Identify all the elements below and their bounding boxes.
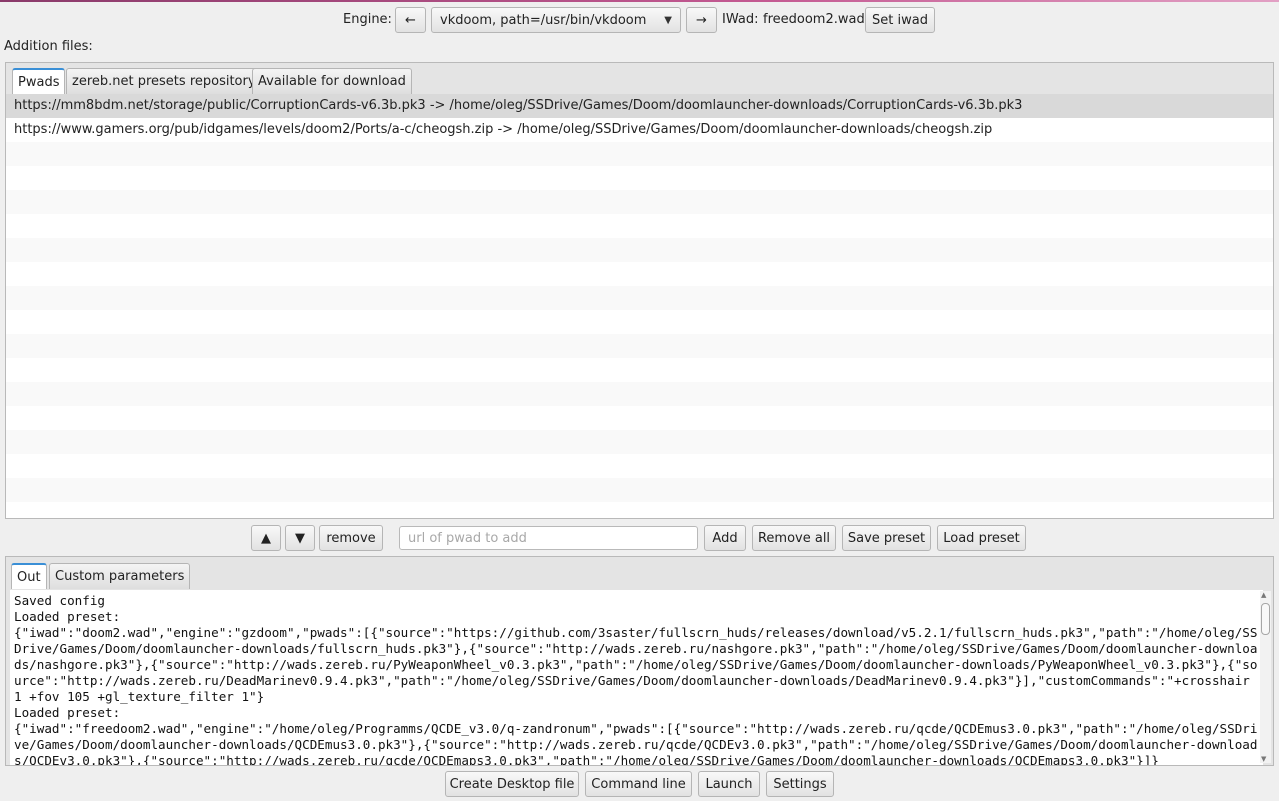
engine-select[interactable]: vkdoom, path=/usr/bin/vkdoom ▼: [431, 7, 681, 33]
addition-files-label: Addition files:: [4, 39, 93, 54]
move-up-button[interactable]: ▲: [251, 525, 281, 551]
set-iwad-button[interactable]: Set iwad: [865, 7, 935, 33]
scroll-up-icon[interactable]: ▲: [1261, 591, 1266, 599]
command-line-button[interactable]: Command line: [585, 771, 692, 797]
empty-row: [6, 142, 1273, 166]
tab-custom-parameters[interactable]: Custom parameters: [49, 563, 191, 589]
triangle-up-icon: ▲: [261, 530, 271, 546]
engine-label: Engine:: [343, 12, 392, 27]
iwad-label: IWad:: [722, 12, 759, 27]
empty-row: [6, 286, 1273, 310]
load-preset-button[interactable]: Load preset: [937, 525, 1026, 551]
prev-engine-button[interactable]: ←: [395, 7, 426, 33]
list-item[interactable]: https://mm8bdm.net/storage/public/Corrup…: [6, 94, 1273, 118]
next-engine-button[interactable]: →: [686, 7, 717, 33]
remove-all-button[interactable]: Remove all: [752, 525, 836, 551]
arrow-right-icon: →: [696, 12, 707, 28]
triangle-down-icon: ▼: [295, 530, 305, 546]
empty-row: [6, 190, 1273, 214]
move-down-button[interactable]: ▼: [285, 525, 315, 551]
tab-pwads[interactable]: Pwads: [12, 68, 66, 94]
empty-row: [6, 238, 1273, 262]
chevron-down-icon: ▼: [664, 14, 672, 26]
empty-row: [6, 406, 1273, 430]
empty-row: [6, 502, 1273, 518]
empty-row: [6, 214, 1273, 238]
output-log[interactable]: Saved config Loaded preset: {"iwad":"doo…: [10, 590, 1263, 765]
engine-select-value: vkdoom, path=/usr/bin/vkdoom: [440, 12, 647, 28]
launch-button[interactable]: Launch: [698, 771, 760, 797]
tab-available-download[interactable]: Available for download: [252, 68, 412, 94]
pwads-tab-pane: Pwads zereb.net presets repository Avail…: [5, 62, 1274, 519]
tab-out[interactable]: Out: [11, 563, 47, 589]
remove-button[interactable]: remove: [319, 525, 383, 551]
scrollbar-thumb[interactable]: [1261, 603, 1270, 635]
output-tab-pane: Out Custom parameters Saved config Loade…: [5, 556, 1274, 766]
empty-row: [6, 262, 1273, 286]
empty-row: [6, 334, 1273, 358]
empty-row: [6, 454, 1273, 478]
tab-zereb-presets[interactable]: zereb.net presets repository: [66, 68, 262, 94]
window-accent-line: [0, 0, 1279, 2]
arrow-left-icon: ←: [405, 12, 416, 28]
empty-row: [6, 310, 1273, 334]
settings-button[interactable]: Settings: [766, 771, 834, 797]
scroll-down-icon[interactable]: ▼: [1261, 755, 1266, 763]
add-button[interactable]: Add: [704, 525, 746, 551]
empty-row: [6, 382, 1273, 406]
top-tab-bar: Pwads zereb.net presets repository Avail…: [6, 63, 1273, 94]
pwad-list[interactable]: https://mm8bdm.net/storage/public/Corrup…: [6, 94, 1273, 518]
pwad-url-input[interactable]: [399, 526, 698, 550]
create-desktop-file-button[interactable]: Create Desktop file: [445, 771, 579, 797]
save-preset-button[interactable]: Save preset: [842, 525, 931, 551]
empty-row: [6, 430, 1273, 454]
output-scrollbar[interactable]: ▲ ▼: [1260, 591, 1271, 763]
empty-row: [6, 478, 1273, 502]
empty-row: [6, 166, 1273, 190]
iwad-value: freedoom2.wad: [763, 12, 865, 27]
empty-row: [6, 358, 1273, 382]
list-item[interactable]: https://www.gamers.org/pub/idgames/level…: [6, 118, 1273, 142]
